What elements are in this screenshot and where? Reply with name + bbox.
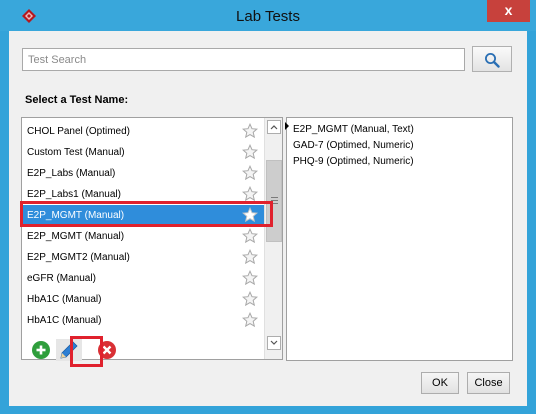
- dialog-body: Select a Test Name: CHOL Panel (Optimed)…: [9, 31, 527, 406]
- ok-button[interactable]: OK: [421, 372, 459, 394]
- test-name-label: CHOL Panel (Optimed): [27, 126, 130, 137]
- chevron-up-icon: [270, 125, 278, 130]
- star-outline-icon: [241, 185, 259, 202]
- edit-button-highlight: [70, 336, 103, 367]
- search-button[interactable]: [472, 46, 512, 72]
- lab-tests-window: Lab Tests x Select a Test Name: CHOL Pan…: [0, 0, 536, 414]
- star-outline-icon: [241, 269, 259, 286]
- detail-item: E2P_MGMT (Manual, Text): [293, 124, 414, 135]
- star-outline-icon: [241, 248, 259, 265]
- detail-item: PHQ-9 (Optimed, Numeric): [293, 156, 414, 167]
- favorite-star-button[interactable]: [241, 143, 259, 163]
- test-search-input[interactable]: [22, 48, 465, 71]
- test-list-item[interactable]: E2P_Labs (Manual): [22, 163, 264, 184]
- test-name-label: HbA1C (Manual): [27, 315, 102, 326]
- scroll-up-button[interactable]: [267, 120, 281, 134]
- test-name-label: E2P_Labs (Manual): [27, 168, 116, 179]
- plus-circle-icon: [36, 345, 46, 355]
- test-name-label: eGFR (Manual): [27, 273, 96, 284]
- star-outline-icon: [241, 290, 259, 307]
- test-list-item[interactable]: eGFR (Manual): [22, 268, 264, 289]
- test-name-label: E2P_MGMT (Manual): [27, 231, 125, 242]
- window-close-button[interactable]: x: [487, 0, 530, 22]
- text-caret-marker: [285, 122, 289, 130]
- test-name-label: E2P_Labs1 (Manual): [27, 189, 121, 200]
- test-list-item[interactable]: Custom Test (Manual): [22, 142, 264, 163]
- grip-line: [271, 197, 278, 198]
- test-name-label: Custom Test (Manual): [27, 147, 125, 158]
- test-list-item[interactable]: E2P_MGMT (Manual): [22, 226, 264, 247]
- favorite-star-button[interactable]: [241, 227, 259, 247]
- list-scrollbar[interactable]: [264, 118, 282, 359]
- favorite-star-button[interactable]: [241, 248, 259, 268]
- test-name-label: HbA1C (Manual): [27, 294, 102, 305]
- selected-row-highlight: [20, 201, 273, 227]
- title-bar[interactable]: Lab Tests x: [0, 0, 536, 31]
- test-list-item[interactable]: HbA1C (Manual): [22, 289, 264, 310]
- favorite-star-button[interactable]: [241, 122, 259, 142]
- favorite-star-button[interactable]: [241, 269, 259, 289]
- test-details-list[interactable]: E2P_MGMT (Manual, Text) GAD-7 (Optimed, …: [285, 117, 513, 361]
- star-outline-icon: [241, 143, 259, 160]
- test-name-list[interactable]: CHOL Panel (Optimed) Custom Test (Manual)…: [21, 117, 283, 360]
- test-list-item[interactable]: HbA1C (Manual): [22, 310, 264, 331]
- star-outline-icon: [241, 311, 259, 328]
- star-outline-icon: [241, 164, 259, 181]
- close-button[interactable]: Close: [467, 372, 510, 394]
- star-outline-icon: [241, 122, 259, 139]
- window-title: Lab Tests: [236, 8, 300, 25]
- star-outline-icon: [241, 227, 259, 244]
- detail-item: GAD-7 (Optimed, Numeric): [293, 140, 414, 151]
- favorite-star-button[interactable]: [241, 311, 259, 331]
- add-test-button[interactable]: [32, 341, 50, 359]
- magnifier-icon: [485, 53, 500, 68]
- favorite-star-button[interactable]: [241, 290, 259, 310]
- chevron-down-icon: [270, 340, 278, 345]
- test-list-item[interactable]: E2P_MGMT2 (Manual): [22, 247, 264, 268]
- test-list-item[interactable]: CHOL Panel (Optimed): [22, 121, 264, 142]
- select-test-label: Select a Test Name:: [25, 94, 129, 106]
- favorite-star-button[interactable]: [241, 164, 259, 184]
- scroll-down-button[interactable]: [267, 336, 281, 350]
- test-name-label: E2P_MGMT2 (Manual): [27, 252, 130, 263]
